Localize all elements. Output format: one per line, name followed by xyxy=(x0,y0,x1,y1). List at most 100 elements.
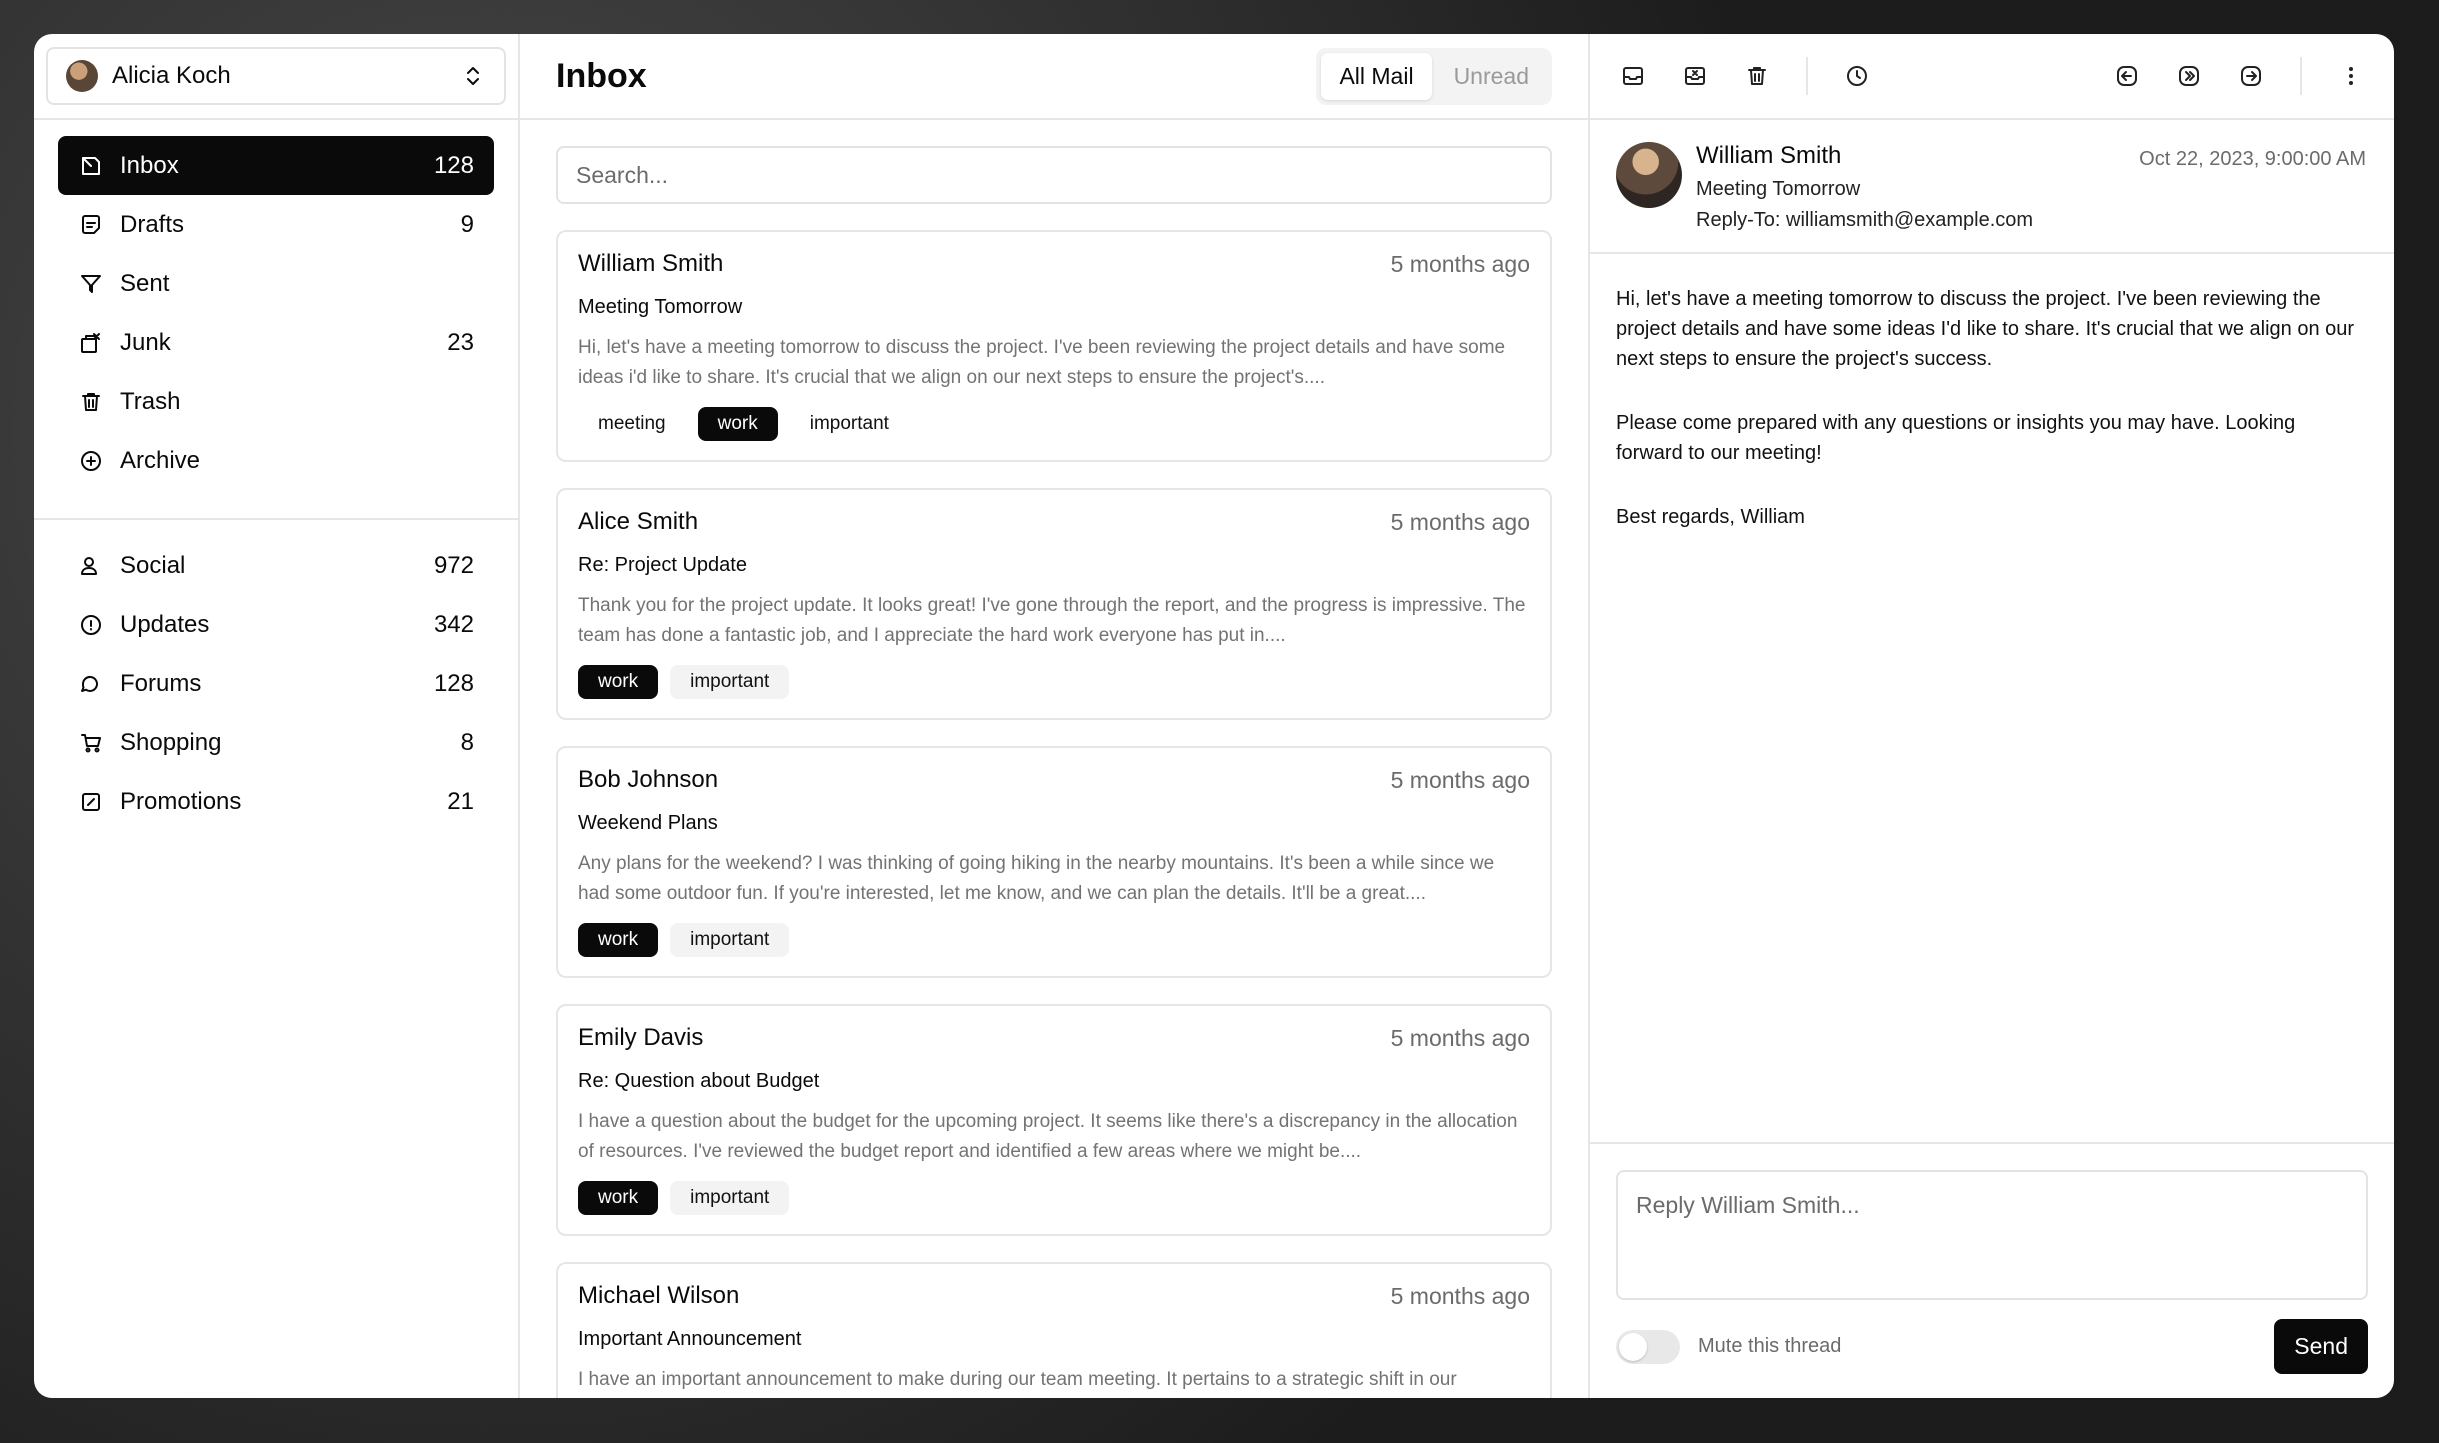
move-to-trash-button[interactable] xyxy=(1744,63,1770,89)
inbox-archive-icon xyxy=(1623,67,1643,85)
sidebar-item-count: 128 xyxy=(433,151,474,179)
mail-sender: Alice Smith xyxy=(578,508,699,535)
sidebar-item-promotions[interactable]: Promotions 21 xyxy=(58,772,494,831)
mail-preview: I have a question about the budget for t… xyxy=(578,1111,1518,1162)
reply-all-button[interactable] xyxy=(2176,63,2202,89)
mail-list-body: William Smith 5 months ago Meeting Tomor… xyxy=(520,120,1588,1398)
archive-x-icon xyxy=(1685,67,1705,85)
message-paragraph: Best regards, William xyxy=(1616,506,1805,528)
mail-sender: Michael Wilson xyxy=(578,1282,740,1309)
sidebar-item-label: Updates xyxy=(120,610,210,638)
forward-button[interactable] xyxy=(2238,63,2264,89)
sidebar-item-count: 342 xyxy=(433,610,474,638)
users-icon xyxy=(78,553,104,579)
mail-subject: Weekend Plans xyxy=(578,812,718,834)
sidebar-item-social[interactable]: Social 972 xyxy=(58,536,494,595)
mail-item[interactable]: Emily Davis 5 months ago Re: Question ab… xyxy=(556,1004,1552,1236)
mail-time: 5 months ago xyxy=(1390,766,1530,793)
reply-all-icon xyxy=(2179,66,2199,86)
sidebar-item-label: Archive xyxy=(120,446,201,474)
sidebar-item-shopping[interactable]: Shopping 8 xyxy=(58,713,494,772)
sidebar-item-label: Inbox xyxy=(120,151,179,179)
tag-badge: important xyxy=(670,1181,790,1215)
more-options-button[interactable] xyxy=(2338,63,2364,89)
mail-time: 5 months ago xyxy=(1390,508,1530,535)
toolbar-divider xyxy=(1806,57,1808,95)
message-square-icon xyxy=(78,671,104,697)
mute-thread-label: Mute this thread xyxy=(1698,1335,1842,1357)
sidebar-item-inbox[interactable]: Inbox 128 xyxy=(58,136,494,195)
primary-nav: Inbox 128 Drafts 9 Sent Junk 23 Trash Ar… xyxy=(34,120,518,506)
mail-sender: William Smith xyxy=(578,250,724,277)
mail-list-header: Inbox All Mail Unread xyxy=(520,34,1588,120)
sidebar-item-updates[interactable]: Updates 342 xyxy=(58,595,494,654)
sidebar-item-label: Trash xyxy=(120,387,181,415)
sidebar-item-label: Forums xyxy=(120,669,202,697)
move-to-junk-button[interactable] xyxy=(1682,63,1708,89)
mail-tags: work important xyxy=(578,923,1530,957)
trash-icon xyxy=(1748,67,1766,85)
mail-sender: Emily Davis xyxy=(578,1024,704,1051)
sidebar-item-label: Junk xyxy=(120,328,171,356)
mail-item[interactable]: Bob Johnson 5 months ago Weekend Plans A… xyxy=(556,746,1552,978)
mute-thread-toggle[interactable] xyxy=(1616,1329,1680,1364)
tab-all-mail[interactable]: All Mail xyxy=(1321,52,1432,100)
message-header: William Smith Meeting Tomorrow Reply-To:… xyxy=(1590,120,2394,254)
sidebar-item-junk[interactable]: Junk 23 xyxy=(58,313,494,372)
reply-to-label: Reply-To: xyxy=(1696,209,1781,231)
trash-icon xyxy=(78,389,104,415)
mail-tags: work important xyxy=(578,665,1530,699)
search-input[interactable] xyxy=(556,146,1552,204)
send-icon xyxy=(78,271,104,297)
reply-button[interactable] xyxy=(2114,63,2140,89)
sidebar-item-label: Drafts xyxy=(120,210,185,238)
tag-badge: important xyxy=(670,665,790,699)
mail-item[interactable]: Michael Wilson 5 months ago Important An… xyxy=(556,1262,1552,1398)
tag-badge: meeting xyxy=(598,413,666,434)
mail-tags: work important xyxy=(578,1181,1530,1215)
alert-circle-icon xyxy=(78,612,104,638)
archive-icon xyxy=(78,448,104,474)
archive-button[interactable] xyxy=(1620,63,1646,89)
reply-composer: Mute this thread Send xyxy=(1590,1142,2394,1398)
inbox-icon xyxy=(78,153,104,179)
account-switcher[interactable]: Alicia Koch xyxy=(46,47,506,105)
sidebar-item-sent[interactable]: Sent xyxy=(58,254,494,313)
message-body: Hi, let's have a meeting tomorrow to dis… xyxy=(1590,254,2394,1142)
tag-badge: work xyxy=(697,407,778,441)
mail-subject: Re: Question about Budget xyxy=(578,1070,820,1092)
sidebar-item-count: 21 xyxy=(447,787,474,815)
mail-time: 5 months ago xyxy=(1390,1024,1530,1051)
message-date: Oct 22, 2023, 9:00:00 AM xyxy=(2139,148,2366,170)
sidebar-item-forums[interactable]: Forums 128 xyxy=(58,654,494,713)
percent-icon xyxy=(78,789,104,815)
mail-item[interactable]: Alice Smith 5 months ago Re: Project Upd… xyxy=(556,488,1552,720)
mail-subject: Important Announcement xyxy=(578,1328,802,1350)
reply-to-line: Reply-To: williamsmith@example.com xyxy=(1696,209,2139,232)
message-subject: Meeting Tomorrow xyxy=(1696,178,1861,200)
sidebar-item-drafts[interactable]: Drafts 9 xyxy=(58,195,494,254)
message-paragraph: Hi, let's have a meeting tomorrow to dis… xyxy=(1616,288,2355,370)
sidebar-item-label: Sent xyxy=(120,269,170,297)
mail-reader-panel: William Smith Meeting Tomorrow Reply-To:… xyxy=(1590,34,2394,1398)
account-avatar xyxy=(66,60,98,92)
account-switcher-area: Alicia Koch xyxy=(34,34,518,120)
clock-icon xyxy=(1847,66,1867,86)
send-button[interactable]: Send xyxy=(2274,1319,2368,1374)
tab-unread[interactable]: Unread xyxy=(1436,53,1547,100)
sidebar-item-archive[interactable]: Archive xyxy=(58,431,494,490)
mail-list-panel: Inbox All Mail Unread William Smith 5 mo… xyxy=(520,34,1590,1398)
reply-textarea[interactable] xyxy=(1616,1170,2368,1300)
snooze-button[interactable] xyxy=(1844,63,1870,89)
category-nav: Social 972 Updates 342 Forums 128 Shoppi… xyxy=(34,532,518,847)
forward-icon xyxy=(2241,66,2261,86)
sidebar-item-trash[interactable]: Trash xyxy=(58,372,494,431)
mail-preview: Hi, let's have a meeting tomorrow to dis… xyxy=(578,337,1506,388)
sidebar-item-count: 972 xyxy=(433,551,474,579)
reply-to-address: williamsmith@example.com xyxy=(1786,209,2034,231)
mail-item[interactable]: William Smith 5 months ago Meeting Tomor… xyxy=(556,230,1552,462)
mail-tags: meeting work important xyxy=(578,407,1530,441)
sidebar-divider xyxy=(34,518,518,520)
more-vertical-icon xyxy=(2349,67,2353,85)
tag-badge: work xyxy=(578,923,659,957)
